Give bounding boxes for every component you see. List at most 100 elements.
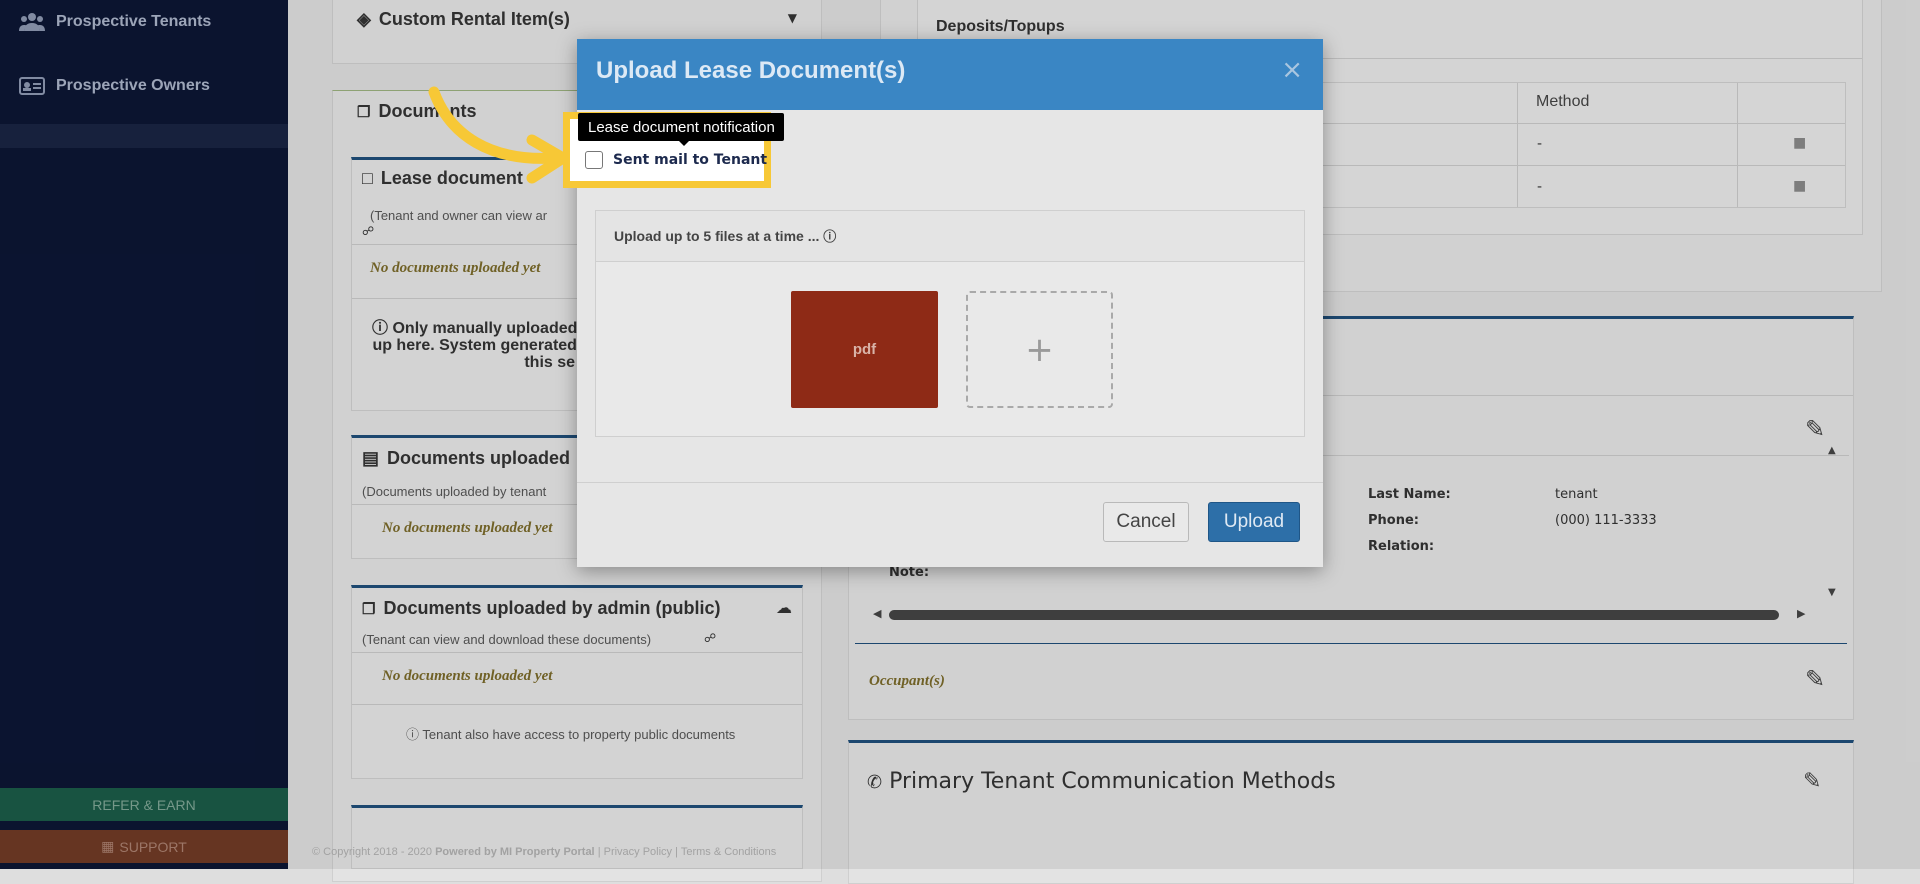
upload-hint: Upload up to 5 files at a time ... ⓘ — [614, 226, 836, 245]
tooltip-text: Lease document notification — [588, 118, 775, 136]
sidebar-item-label: Prospective Tenants — [56, 13, 212, 30]
copyright-text: © Copyright 2018 - 2020 — [312, 846, 433, 858]
sent-mail-label[interactable]: Sent mail to Tenant — [613, 152, 767, 168]
note-label: Note: — [889, 565, 930, 580]
info-icon: ⓘ — [406, 727, 420, 742]
table-col-divider — [1737, 83, 1738, 207]
communication-panel: ✆ Primary Tenant Communication Methods ✎ — [848, 740, 1854, 884]
upload-box-header: Upload up to 5 files at a time ... ⓘ — [596, 211, 1304, 262]
admin-public-documents-title: Documents uploaded by admin (public) — [383, 598, 721, 618]
divider — [352, 652, 802, 653]
method-value: - — [1537, 136, 1543, 152]
divider — [855, 643, 1847, 644]
scroll-left-icon[interactable]: ◀ — [873, 607, 881, 620]
sidebar-item-prospective-owners[interactable]: Prospective Owners — [0, 58, 288, 114]
folder-open-icon: ▤ — [362, 448, 380, 468]
scroll-up-icon[interactable]: ▲ — [1828, 445, 1836, 456]
powered-by-link[interactable]: Powered by MI Property Portal — [435, 846, 595, 858]
phone-value: (000) 111-3333 — [1555, 513, 1657, 528]
upload-box: Upload up to 5 files at a time ... ⓘ pdf… — [595, 210, 1305, 437]
scroll-down-icon[interactable]: ▼ — [1828, 587, 1836, 598]
edit-icon[interactable]: ✎ — [1805, 665, 1825, 693]
cloud-upload-icon[interactable]: ☁ — [776, 598, 792, 617]
note-line-2: up here. System generated — [372, 337, 577, 354]
upload-button[interactable]: Upload — [1208, 502, 1300, 542]
admin-public-documents-box: ❐ Documents uploaded by admin (public) ☁… — [351, 585, 803, 779]
tenant-documents-title: Documents uploaded — [387, 448, 571, 468]
cancel-label: Cancel — [1116, 511, 1176, 532]
cancel-button[interactable]: Cancel — [1103, 502, 1189, 542]
custom-rental-title: Custom Rental Item(s) — [378, 9, 570, 29]
footer-links[interactable]: | Privacy Policy | Terms & Conditions — [598, 846, 777, 858]
table-col-divider — [1517, 83, 1518, 207]
modal-header: Upload Lease Document(s) × — [577, 39, 1323, 110]
pdf-file-tile[interactable]: pdf — [791, 291, 938, 408]
unlock-icon: ☍ — [704, 631, 717, 645]
sent-mail-checkbox[interactable] — [585, 151, 603, 169]
scroll-right-icon[interactable]: ▶ — [1797, 607, 1805, 620]
public-documents-note: ⓘ Tenant also have access to property pu… — [406, 724, 735, 743]
last-name-value: tenant — [1555, 487, 1598, 502]
modal-title: Upload Lease Document(s) — [596, 57, 906, 84]
caret-down-icon[interactable]: ▼ — [788, 11, 797, 25]
unlock-icon: ☍ — [362, 224, 375, 238]
communication-title: Primary Tenant Communication Methods — [889, 769, 1336, 794]
admin-public-documents-subtitle: (Tenant can view and download these docu… — [362, 632, 652, 647]
tenant-documents-subtitle: (Documents uploaded by tenant — [362, 484, 547, 499]
note-line-3: this se — [524, 354, 576, 371]
notification-option: Sent mail to Tenant — [585, 151, 767, 169]
deposits-title: Deposits/Topups — [936, 18, 1065, 35]
info-icon: ⓘ — [372, 320, 389, 337]
method-value: - — [1537, 179, 1543, 195]
relation-label: Relation: — [1368, 539, 1435, 554]
occupants-label: Occupant(s) — [869, 673, 945, 689]
tenant-documents-empty: No documents uploaded yet — [382, 520, 553, 536]
lease-documents-note: ⓘ Only manually uploaded up here. System… — [372, 320, 577, 371]
annotation-arrow-icon — [428, 86, 569, 184]
communication-header: ✆ Primary Tenant Communication Methods — [867, 769, 1336, 794]
sidebar-item-prospective-tenants[interactable]: Prospective Tenants — [0, 0, 288, 50]
refer-earn-button[interactable]: REFER & EARN — [0, 788, 288, 821]
support-button[interactable]: ▦ SUPPORT — [0, 830, 288, 863]
public-note-text: Tenant also have access to property publ… — [422, 727, 736, 742]
book-icon: ▦ — [101, 838, 115, 854]
admin-public-documents-header: ❐ Documents uploaded by admin (public) — [362, 598, 720, 619]
copy-icon: ❐ — [357, 103, 371, 121]
plus-icon: + — [1025, 329, 1054, 370]
support-label: SUPPORT — [119, 838, 187, 855]
tenant-documents-header: ▤ Documents uploaded — [362, 448, 570, 469]
lease-documents-subtitle: (Tenant and owner can view ar — [370, 208, 548, 223]
edit-icon[interactable]: ✎ — [1803, 769, 1821, 794]
copy-icon: ❐ — [362, 600, 376, 618]
upload-label: Upload — [1223, 511, 1285, 532]
info-icon[interactable]: ⓘ — [823, 229, 836, 244]
lease-documents-empty: No documents uploaded yet — [370, 260, 541, 276]
close-icon[interactable]: × — [1281, 57, 1303, 83]
trash-icon[interactable]: ■ — [1793, 135, 1806, 151]
tooltip: Lease document notification — [578, 113, 784, 141]
sidebar-item-label: Prospective Owners — [56, 77, 210, 94]
custom-rental-header[interactable]: ◈ Custom Rental Item(s) — [357, 9, 570, 30]
phone-label: Phone: — [1368, 513, 1419, 528]
admin-public-documents-empty: No documents uploaded yet — [382, 668, 553, 684]
add-file-button[interactable]: + — [966, 291, 1113, 408]
upload-hint-text: Upload up to 5 files at a time ... — [614, 228, 820, 244]
modal-footer-divider — [577, 482, 1323, 483]
additional-documents-box — [351, 805, 803, 869]
trash-icon[interactable]: ■ — [1793, 178, 1806, 194]
pdf-tile-label: pdf — [852, 341, 877, 358]
users-icon — [18, 12, 46, 32]
id-card-icon — [18, 76, 46, 96]
sidebar-divider — [0, 124, 288, 148]
divider — [352, 704, 802, 705]
horizontal-scrollbar[interactable] — [889, 610, 1779, 620]
method-column-header: Method — [1536, 93, 1590, 110]
edit-icon[interactable]: ✎ — [1805, 415, 1825, 443]
phone-icon: ✆ — [867, 772, 883, 793]
file-icon: □ — [362, 168, 373, 188]
tooltip-caret — [678, 140, 690, 146]
sidebar: Prospective Tenants Prospective Owners R… — [0, 0, 288, 869]
refer-earn-label: REFER & EARN — [92, 796, 196, 813]
footer: © Copyright 2018 - 2020 Powered by MI Pr… — [312, 846, 776, 858]
note-line-1: Only manually uploaded — [392, 320, 578, 337]
